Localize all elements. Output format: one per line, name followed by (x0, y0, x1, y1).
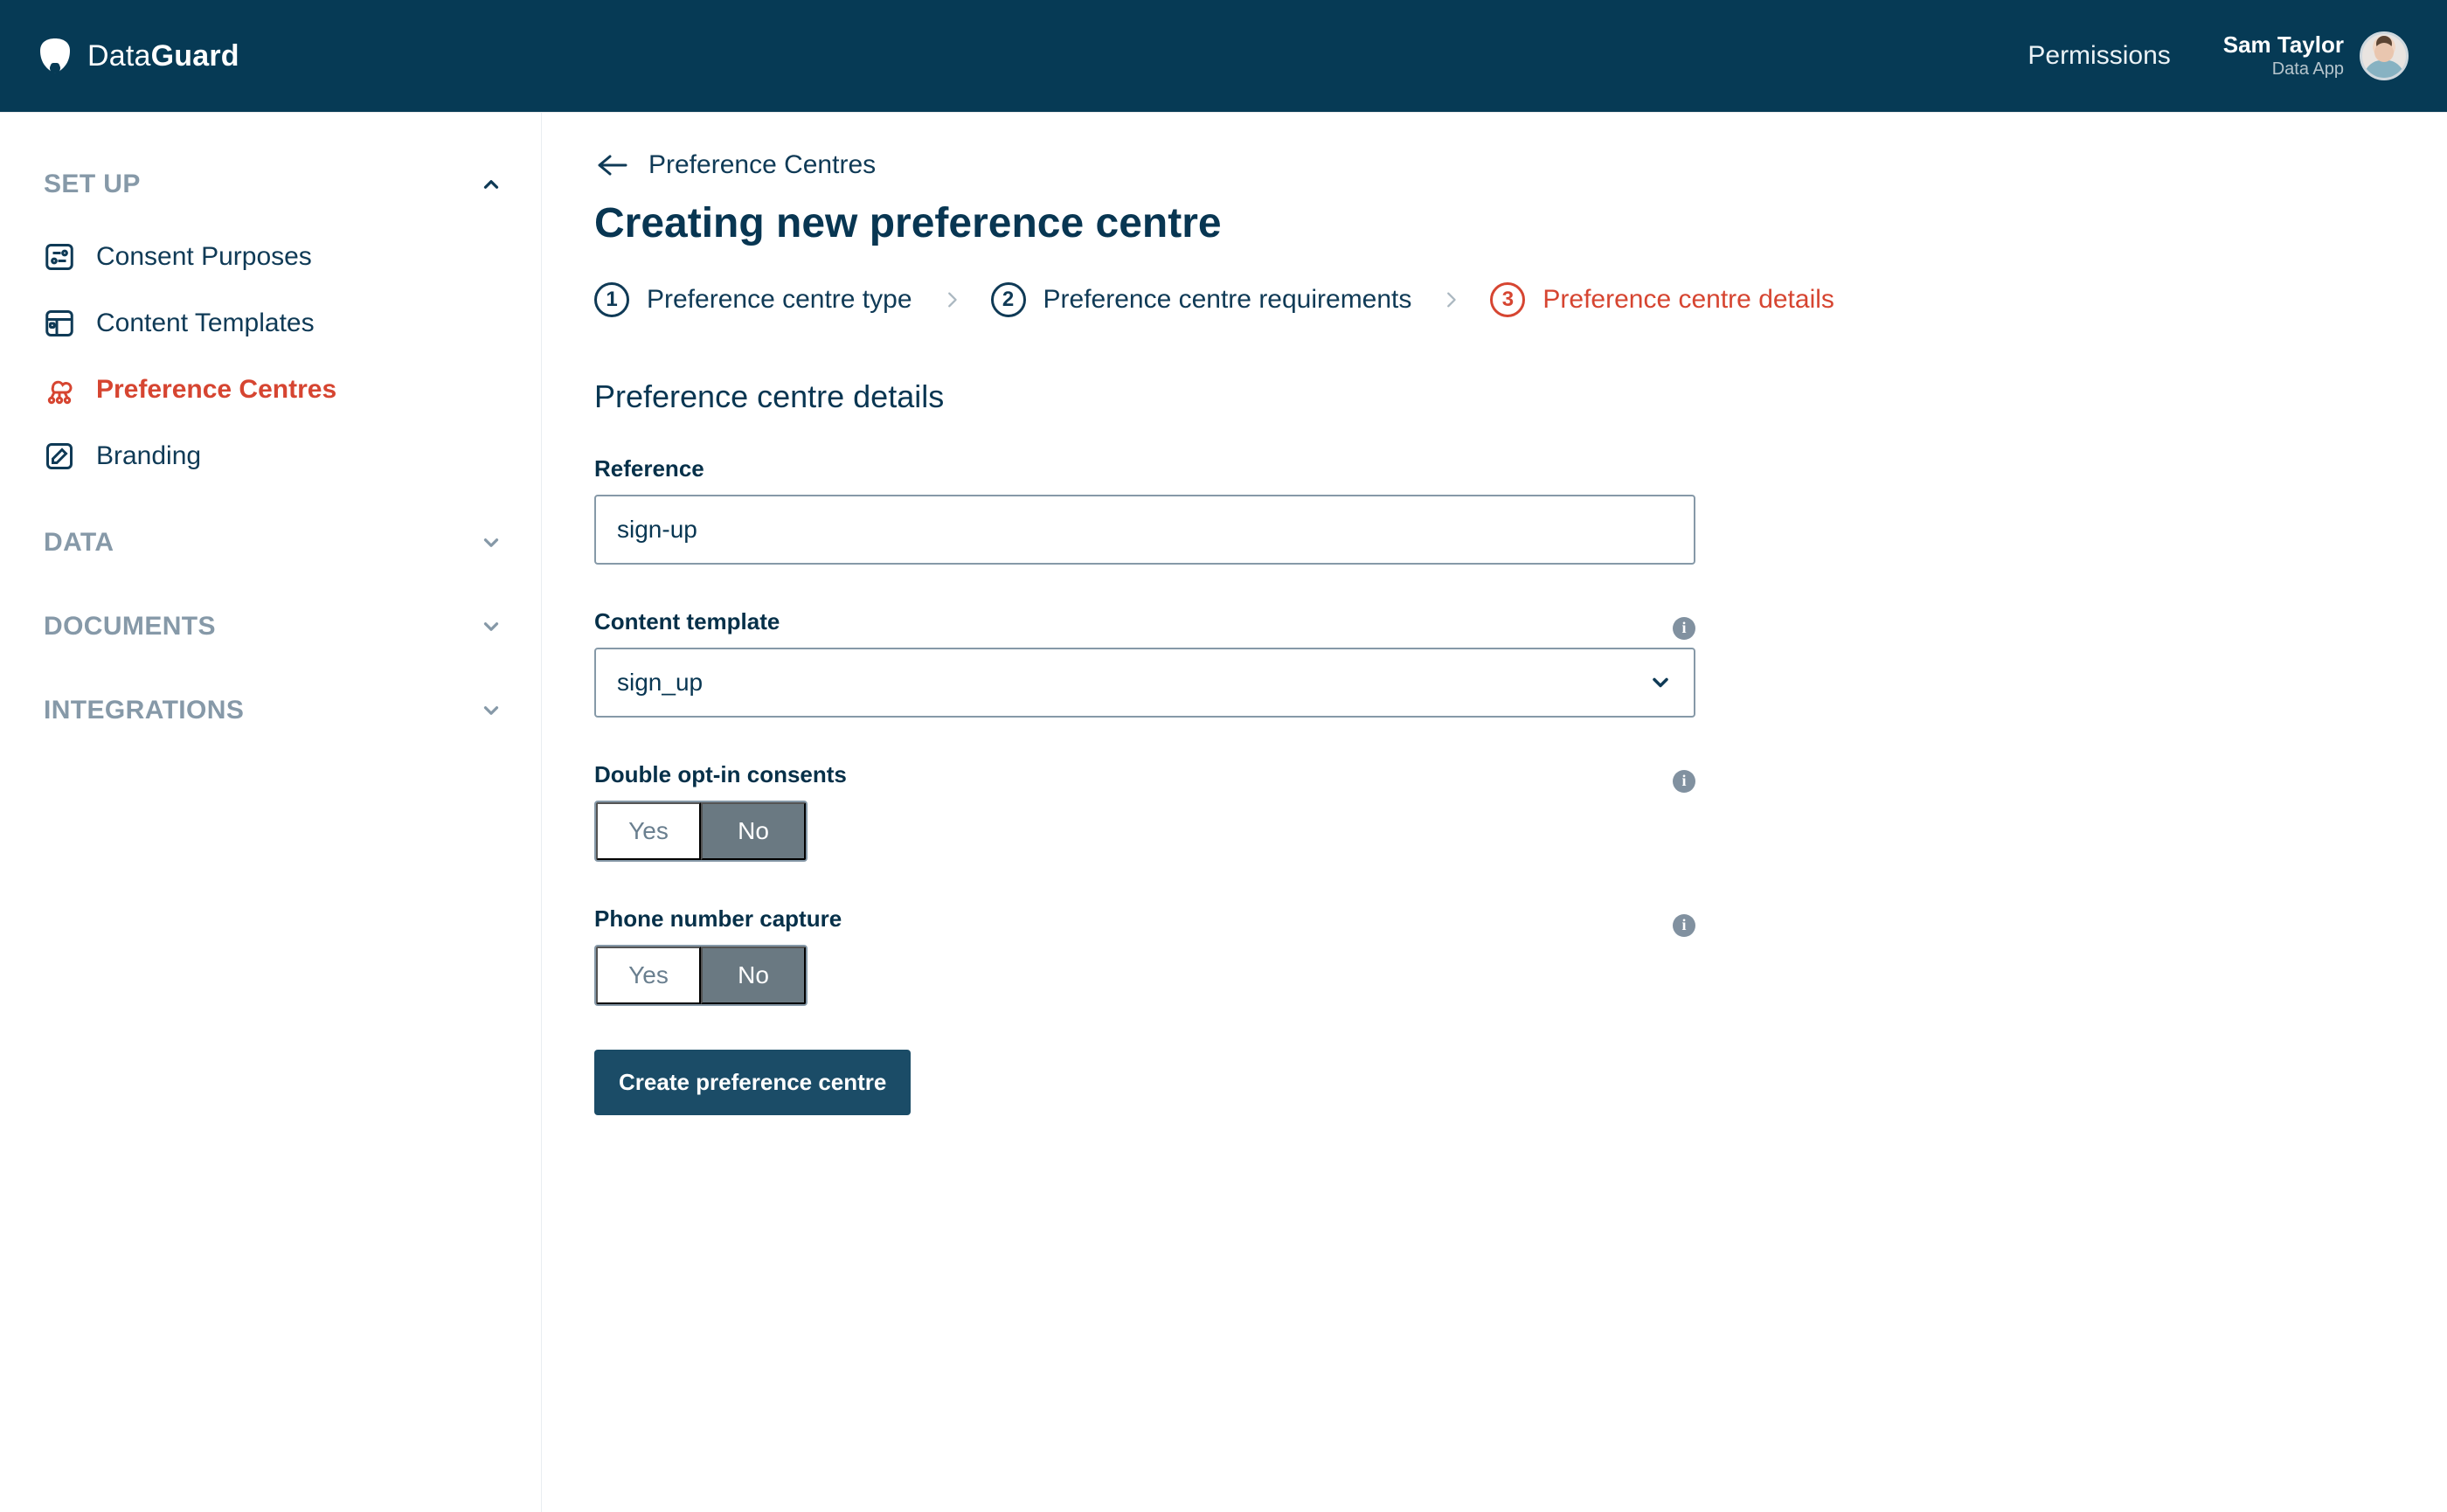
chevron-down-icon (478, 530, 504, 556)
main: Preference Centres Creating new preferen… (542, 112, 2447, 1512)
field-content-template: Content template i sign_up (594, 608, 1695, 718)
info-icon[interactable]: i (1673, 914, 1695, 937)
create-preference-centre-button[interactable]: Create preference centre (594, 1050, 911, 1115)
chevron-up-icon (478, 171, 504, 198)
shell: SET UP Consent Purposes (0, 112, 2447, 1512)
template-value: sign_up (617, 669, 703, 697)
sidebar: SET UP Consent Purposes (0, 112, 542, 1512)
chevron-down-icon (1648, 670, 1673, 695)
template-select[interactable]: sign_up (594, 648, 1695, 718)
phone-capture-no[interactable]: No (701, 947, 806, 1004)
sidebar-item-branding[interactable]: Branding (38, 423, 510, 489)
page-title: Creating new preference centre (594, 199, 2395, 247)
sidebar-section-setup-head[interactable]: SET UP (38, 154, 510, 215)
brand-name-bold: Guard (151, 39, 239, 73)
user-sub: Data App (2272, 59, 2344, 80)
double-optin-segmented: Yes No (594, 801, 808, 862)
brand-name-light: Data (87, 39, 151, 73)
nav-list: Consent Purposes Content Templates (38, 224, 510, 489)
sidebar-section-integrations-head[interactable]: INTEGRATIONS (38, 680, 510, 741)
sidebar-item-label: Consent Purposes (96, 242, 312, 272)
sidebar-section-label: DOCUMENTS (44, 612, 216, 642)
chevron-down-icon (478, 697, 504, 724)
brand-logo-icon (38, 37, 72, 75)
sidebar-section-documents-head[interactable]: DOCUMENTS (38, 596, 510, 657)
template-label: Content template (594, 608, 780, 635)
field-double-optin: Double opt-in consents i Yes No (594, 761, 1695, 862)
sidebar-item-label: Preference Centres (96, 375, 336, 405)
field-reference: Reference (594, 455, 1695, 565)
user-chip[interactable]: Sam Taylor Data App (2223, 31, 2409, 80)
stepper: 1 Preference centre type 2 Preference ce… (594, 282, 2395, 317)
permissions-link[interactable]: Permissions (2028, 41, 2170, 71)
topbar: DataGuard Permissions Sam Taylor Data Ap… (0, 0, 2447, 112)
phone-capture-segmented: Yes No (594, 945, 808, 1006)
sidebar-section-label: DATA (44, 528, 114, 558)
step-3[interactable]: 3 Preference centre details (1490, 282, 1834, 317)
chevron-right-icon (1441, 287, 1460, 313)
reference-input[interactable] (594, 495, 1695, 565)
phone-capture-label: Phone number capture (594, 905, 842, 933)
phone-capture-yes[interactable]: Yes (596, 947, 701, 1004)
double-optin-label: Double opt-in consents (594, 761, 847, 788)
info-icon[interactable]: i (1673, 770, 1695, 793)
double-optin-yes[interactable]: Yes (596, 802, 701, 860)
double-optin-no[interactable]: No (701, 802, 806, 860)
sidebar-item-content-templates[interactable]: Content Templates (38, 290, 510, 357)
section-title: Preference centre details (594, 378, 2395, 415)
info-icon[interactable]: i (1673, 617, 1695, 640)
user-name: Sam Taylor (2223, 32, 2344, 58)
layout-icon (42, 306, 77, 341)
step-number: 1 (594, 282, 629, 317)
chevron-down-icon (478, 614, 504, 640)
step-2[interactable]: 2 Preference centre requirements (991, 282, 1412, 317)
step-label: Preference centre requirements (1043, 285, 1412, 315)
sidebar-section-label: INTEGRATIONS (44, 696, 244, 725)
reference-label: Reference (594, 455, 1695, 482)
brand-name: DataGuard (87, 39, 239, 73)
sidebar-section-label: SET UP (44, 170, 141, 199)
sidebar-item-preference-centres[interactable]: Preference Centres (38, 357, 510, 423)
breadcrumb-label[interactable]: Preference Centres (648, 150, 876, 180)
step-number: 3 (1490, 282, 1525, 317)
sidebar-item-label: Content Templates (96, 309, 315, 338)
sidebar-item-label: Branding (96, 441, 201, 471)
sidebar-section-setup: SET UP Consent Purposes (38, 154, 510, 489)
user-text: Sam Taylor Data App (2223, 32, 2344, 80)
step-number: 2 (991, 282, 1026, 317)
topbar-right: Permissions Sam Taylor Data App (2028, 31, 2409, 80)
pencil-icon (42, 439, 77, 474)
form: Reference Content template i sign_up (594, 455, 1695, 1115)
chevron-right-icon (942, 287, 961, 313)
sidebar-section-data: DATA (38, 512, 510, 573)
field-phone-capture: Phone number capture i Yes No (594, 905, 1695, 1006)
avatar[interactable] (2360, 31, 2409, 80)
back-arrow-icon[interactable] (594, 151, 629, 179)
brand: DataGuard (38, 37, 239, 75)
step-label: Preference centre type (647, 285, 912, 315)
sidebar-section-data-head[interactable]: DATA (38, 512, 510, 573)
sliders-icon (42, 239, 77, 274)
sidebar-section-documents: DOCUMENTS (38, 596, 510, 657)
step-1[interactable]: 1 Preference centre type (594, 282, 912, 317)
cloud-nodes-icon (42, 372, 77, 407)
breadcrumb: Preference Centres (594, 150, 2395, 180)
sidebar-item-consent-purposes[interactable]: Consent Purposes (38, 224, 510, 290)
step-label: Preference centre details (1542, 285, 1834, 315)
sidebar-section-integrations: INTEGRATIONS (38, 680, 510, 741)
